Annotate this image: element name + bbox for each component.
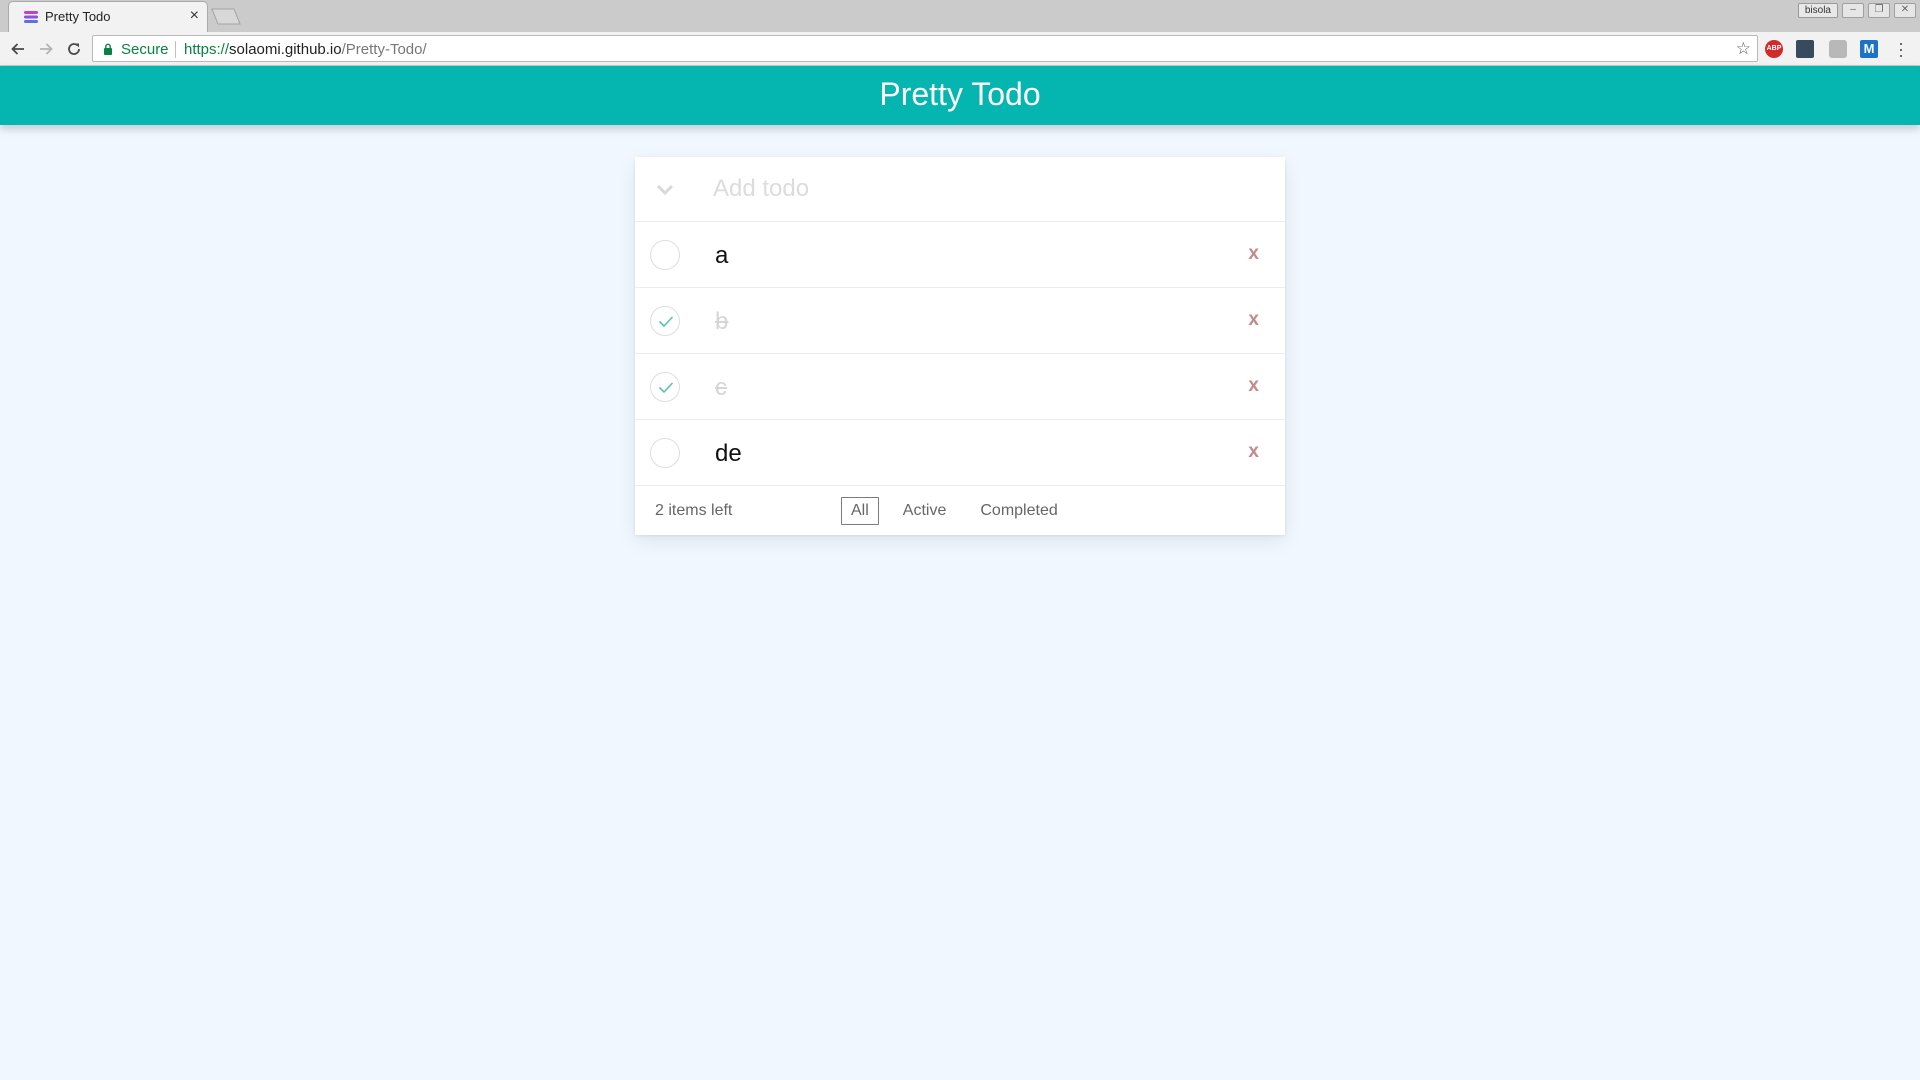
delete-todo-button[interactable]: x (1248, 441, 1259, 463)
todo-card: a x b x c x de x 2 items left Al (635, 157, 1285, 535)
page-title: Pretty Todo (879, 76, 1041, 112)
todo-checkbox[interactable] (650, 372, 680, 402)
todo-checkbox[interactable] (650, 240, 680, 270)
app-header: Pretty Todo (0, 66, 1920, 125)
address-divider (175, 41, 176, 58)
add-todo-input[interactable] (711, 165, 1251, 213)
new-tab-button[interactable] (210, 8, 242, 25)
delete-todo-button[interactable]: x (1248, 243, 1259, 265)
back-icon[interactable] (6, 37, 30, 61)
delete-todo-button[interactable]: x (1248, 375, 1259, 397)
lock-icon (104, 43, 112, 55)
todo-text[interactable]: b (715, 308, 728, 336)
todo-text[interactable]: c (715, 374, 727, 402)
tab-title: Pretty Todo (45, 9, 111, 24)
m-extension-icon[interactable]: M (1860, 40, 1878, 58)
checkmark-icon (658, 316, 674, 328)
adblock-plus-icon[interactable]: ABP (1765, 40, 1783, 58)
browser-menu-icon[interactable]: · · · (1896, 34, 1906, 64)
printer-extension-icon[interactable] (1829, 40, 1847, 58)
url-text[interactable]: https://solaomi.github.io/Pretty-Todo/ (184, 41, 427, 58)
reload-icon[interactable] (62, 37, 86, 61)
filter-completed[interactable]: Completed (970, 497, 1067, 525)
todo-item: a x (635, 222, 1285, 288)
pretty-todo-favicon-icon (24, 11, 38, 23)
todo-footer: 2 items left All Active Completed (635, 486, 1285, 536)
toggle-all-chevron-icon[interactable] (655, 183, 675, 197)
items-left-count: 2 items left (655, 502, 733, 519)
bookmark-star-icon[interactable]: ☆ (1736, 39, 1751, 58)
filter-group: All Active Completed (841, 497, 1068, 525)
tab-close-icon[interactable]: × (190, 7, 199, 25)
checkmark-icon (658, 382, 674, 394)
todo-checkbox[interactable] (650, 438, 680, 468)
todo-checkbox[interactable] (650, 306, 680, 336)
url-path: /Pretty-Todo/ (341, 41, 427, 58)
todo-item: c x (635, 354, 1285, 420)
dark-extension-icon[interactable] (1796, 40, 1814, 58)
todo-item: b x (635, 288, 1285, 354)
filter-all[interactable]: All (841, 497, 879, 525)
url-host: solaomi.github.io (229, 41, 342, 58)
delete-todo-button[interactable]: x (1248, 309, 1259, 331)
todo-text[interactable]: de (715, 440, 742, 468)
address-bar[interactable]: Secure https://solaomi.github.io/Pretty-… (92, 35, 1758, 62)
todo-item: de x (635, 420, 1285, 486)
browser-tabstrip: Pretty Todo × bisola – ❐ ✕ (0, 0, 1920, 32)
window-controls: bisola – ❐ ✕ (1797, 3, 1916, 18)
todo-text[interactable]: a (715, 242, 728, 270)
restore-icon[interactable]: ❐ (1868, 3, 1890, 18)
add-todo-row (635, 157, 1285, 222)
secure-label: Secure (121, 41, 169, 58)
todo-list: a x b x c x de x (635, 222, 1285, 486)
forward-icon[interactable] (34, 37, 58, 61)
browser-tab-active[interactable]: Pretty Todo × (8, 1, 208, 32)
url-scheme: https:// (184, 41, 230, 58)
profile-badge[interactable]: bisola (1797, 3, 1838, 18)
close-window-icon[interactable]: ✕ (1894, 3, 1916, 18)
minimize-icon[interactable]: – (1842, 3, 1864, 18)
filter-active[interactable]: Active (893, 497, 957, 525)
browser-toolbar: Secure https://solaomi.github.io/Pretty-… (0, 32, 1920, 66)
